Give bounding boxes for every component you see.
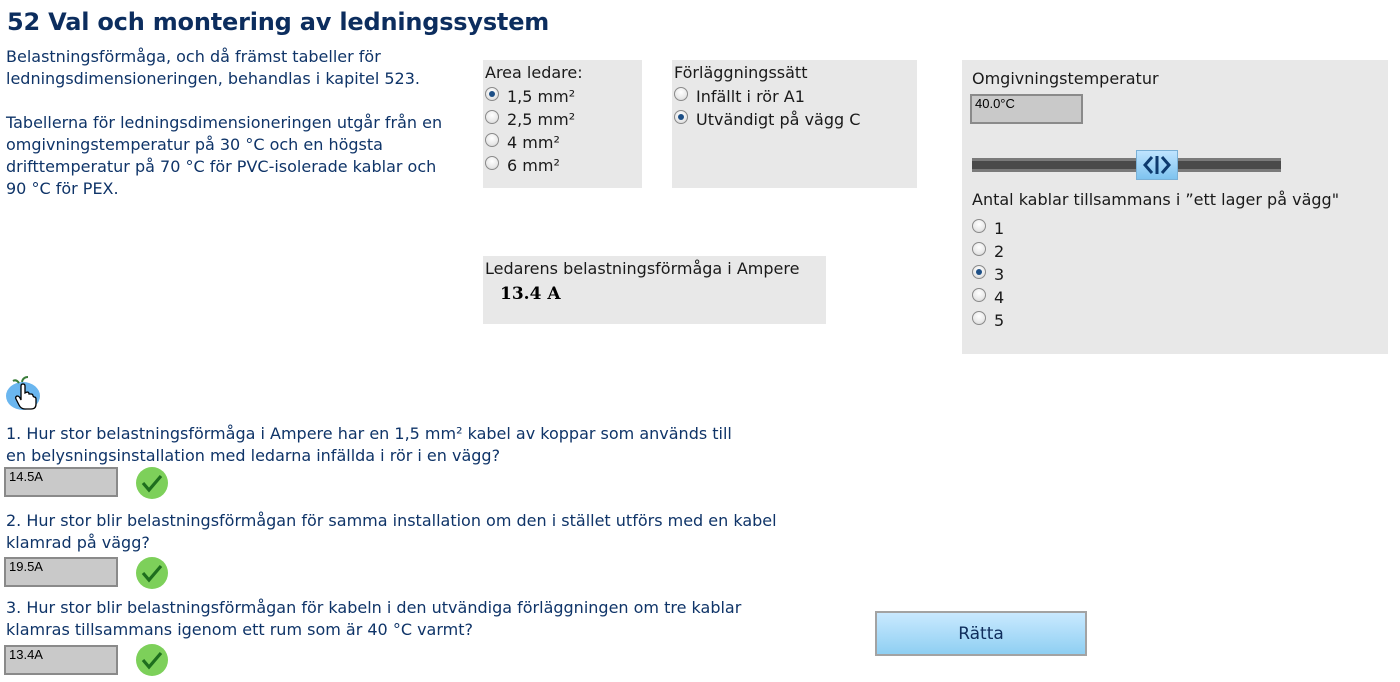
answer-field-2[interactable]: 19.5A [4, 557, 118, 587]
cable-count-option-label: 3 [994, 265, 1005, 284]
hand-pointer-icon[interactable] [5, 376, 43, 412]
cable-count-option-5[interactable]: 5 [972, 309, 1004, 332]
radio-button[interactable] [485, 87, 499, 101]
temperature-label: Omgivningstemperatur [972, 69, 1159, 88]
cable-count-option-label: 1 [994, 219, 1005, 238]
result-value: 13.4 A [500, 284, 561, 304]
drag-arrows-icon [1143, 156, 1171, 174]
installation-panel: Förläggningssätt Infällt i rör A1 Utvänd… [672, 60, 917, 188]
area-option-2[interactable]: 2,5 mm² [485, 108, 640, 131]
area-option-label: 6 mm² [507, 156, 560, 175]
installation-option-2[interactable]: Utvändigt på vägg C [674, 108, 915, 131]
question-3: 3. Hur stor blir belastningsförmågan för… [6, 598, 742, 639]
intro-text: Belastningsförmåga, och då främst tabell… [6, 46, 446, 200]
check-answers-button[interactable]: Rätta [875, 611, 1087, 656]
question-2: 2. Hur stor blir belastningsförmågan för… [6, 511, 777, 552]
intro-paragraph-2: Tabellerna för ledningsdimensioneringen … [6, 113, 443, 198]
temperature-slider-track[interactable] [972, 158, 1281, 172]
intro-paragraph-1: Belastningsförmåga, och då främst tabell… [6, 47, 420, 88]
question-1: 1. Hur stor belastningsförmåga i Ampere … [6, 424, 732, 465]
radio-button[interactable] [972, 265, 986, 279]
answer-field-3[interactable]: 13.4A [4, 645, 118, 675]
area-option-label: 2,5 mm² [507, 110, 576, 129]
cable-count-option-2[interactable]: 2 [972, 240, 1004, 263]
result-label: Ledarens belastningsförmåga i Ampere [485, 259, 800, 278]
area-panel: Area ledare: 1,5 mm² 2,5 mm² 4 mm² 6 mm² [483, 60, 642, 188]
installation-label: Förläggningssätt [674, 63, 808, 82]
radio-button[interactable] [485, 133, 499, 147]
checkmark-icon [135, 643, 169, 677]
temperature-panel: Omgivningstemperatur 40.0°C Antal kablar… [962, 60, 1388, 354]
radio-button[interactable] [674, 110, 688, 124]
area-option-4[interactable]: 6 mm² [485, 154, 640, 177]
page-title: 52 Val och montering av ledningssystem [7, 8, 550, 36]
checkmark-icon [135, 466, 169, 500]
cable-count-radio-group: 1 2 3 4 5 [972, 217, 1004, 332]
radio-button[interactable] [485, 156, 499, 170]
area-option-1[interactable]: 1,5 mm² [485, 85, 640, 108]
checkmark-icon [135, 556, 169, 590]
temperature-slider-handle[interactable] [1136, 150, 1178, 180]
cable-count-option-3[interactable]: 3 [972, 263, 1004, 286]
cable-count-option-4[interactable]: 4 [972, 286, 1004, 309]
cable-count-option-label: 4 [994, 288, 1005, 307]
installation-option-label: Infällt i rör A1 [696, 87, 805, 106]
area-label: Area ledare: [485, 63, 583, 82]
radio-button[interactable] [972, 242, 986, 256]
area-option-3[interactable]: 4 mm² [485, 131, 640, 154]
cable-count-option-label: 5 [994, 311, 1005, 330]
radio-button[interactable] [972, 311, 986, 325]
result-panel: Ledarens belastningsförmåga i Ampere 13.… [483, 256, 826, 324]
installation-option-1[interactable]: Infällt i rör A1 [674, 85, 915, 108]
area-option-label: 4 mm² [507, 133, 560, 152]
cable-count-label: Antal kablar tillsammans i ”ett lager på… [972, 190, 1340, 209]
radio-button[interactable] [972, 219, 986, 233]
installation-option-label: Utvändigt på vägg C [696, 110, 861, 129]
answer-field-1[interactable]: 14.5A [4, 467, 118, 497]
radio-button[interactable] [972, 288, 986, 302]
radio-button[interactable] [485, 110, 499, 124]
area-option-label: 1,5 mm² [507, 87, 576, 106]
cable-count-option-label: 2 [994, 242, 1005, 261]
installation-radio-group: Infällt i rör A1 Utvändigt på vägg C [674, 85, 915, 131]
temperature-field[interactable]: 40.0°C [970, 94, 1083, 124]
cable-count-option-1[interactable]: 1 [972, 217, 1004, 240]
radio-button[interactable] [674, 87, 688, 101]
area-radio-group: 1,5 mm² 2,5 mm² 4 mm² 6 mm² [485, 85, 640, 177]
